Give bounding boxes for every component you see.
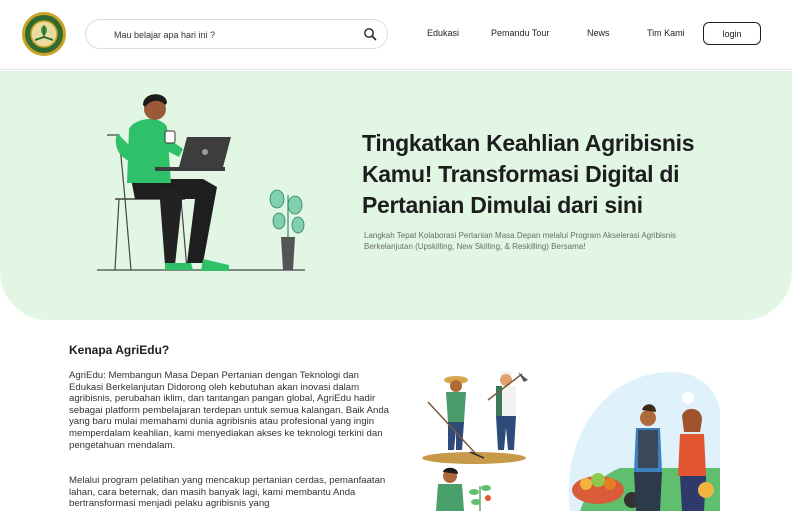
page: Edukasi Pemandu Tour News Tim Kami login bbox=[0, 0, 792, 511]
nav-link-edukasi[interactable]: Edukasi bbox=[427, 28, 459, 38]
search-bar bbox=[85, 19, 388, 49]
about-paragraph: AgriEdu: Membangun Masa Depan Pertanian … bbox=[69, 370, 390, 451]
agriedu-logo[interactable] bbox=[22, 12, 66, 56]
nav-link-tim-kami[interactable]: Tim Kami bbox=[647, 28, 685, 38]
farmer-planting-illustration bbox=[436, 467, 491, 511]
hero-subtitle: Langkah Tepat Kolaborasi Pertanian Masa … bbox=[364, 231, 677, 251]
hero-section: Tingkatkan Keahlian Agribisnis Kamu! Tra… bbox=[0, 71, 792, 320]
hero-illustration bbox=[97, 94, 305, 271]
search-input[interactable] bbox=[114, 26, 354, 44]
login-button[interactable]: login bbox=[703, 22, 761, 45]
farmers-illustration bbox=[422, 371, 528, 464]
harvest-illustration bbox=[568, 372, 720, 511]
logo-emblem-icon bbox=[26, 16, 62, 52]
about-paragraph: Melalui program pelatihan yang mencakup … bbox=[69, 475, 386, 510]
nav-link-news[interactable]: News bbox=[587, 28, 610, 38]
search-icon[interactable] bbox=[363, 27, 377, 41]
navbar: Edukasi Pemandu Tour News Tim Kami login bbox=[0, 0, 792, 70]
hero-title: Tingkatkan Keahlian Agribisnis Kamu! Tra… bbox=[362, 130, 695, 218]
nav-link-pemandu-tour[interactable]: Pemandu Tour bbox=[491, 28, 549, 38]
about-title: Kenapa AgriEdu? bbox=[69, 343, 170, 357]
